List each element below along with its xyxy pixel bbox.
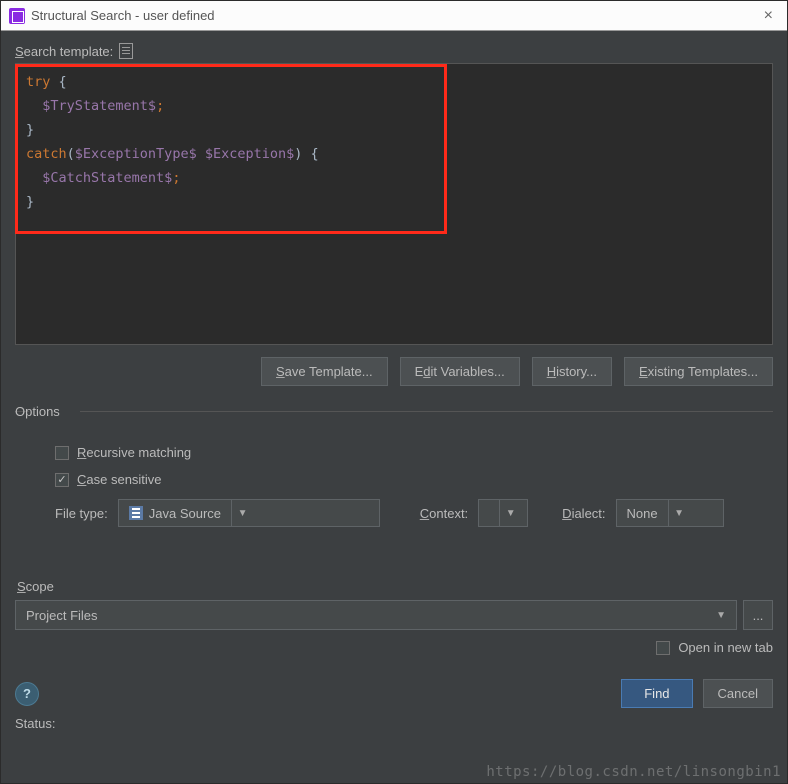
window-title: Structural Search - user defined bbox=[31, 8, 758, 23]
file-type-combo[interactable]: Java Source ▼ bbox=[118, 499, 380, 527]
recursive-checkbox[interactable] bbox=[55, 446, 69, 460]
chevron-down-icon: ▼ bbox=[716, 610, 726, 621]
find-button[interactable]: Find bbox=[621, 679, 692, 708]
scope-more-button[interactable]: ... bbox=[743, 600, 773, 630]
history-button[interactable]: History... bbox=[532, 357, 612, 386]
case-sensitive-checkbox[interactable] bbox=[55, 473, 69, 487]
open-new-tab-label: Open in new tab bbox=[678, 640, 773, 655]
existing-templates-button[interactable]: Existing Templates... bbox=[624, 357, 773, 386]
file-type-value: Java Source bbox=[149, 506, 221, 521]
case-sensitive-label: Case sensitive bbox=[77, 472, 162, 487]
dialect-label: Dialect: bbox=[562, 506, 605, 521]
edit-variables-button[interactable]: Edit Variables... bbox=[400, 357, 520, 386]
options-group: Options Recursive matching Case sensitiv… bbox=[15, 404, 773, 551]
options-legend: Options bbox=[15, 404, 66, 419]
search-template-label: Search template: bbox=[15, 44, 113, 59]
chevron-down-icon: ▼ bbox=[231, 500, 253, 526]
document-icon bbox=[119, 43, 133, 59]
watermark: https://blog.csdn.net/linsongbin1 bbox=[486, 764, 781, 780]
cancel-button[interactable]: Cancel bbox=[703, 679, 773, 708]
context-combo[interactable]: ▼ bbox=[478, 499, 528, 527]
chevron-down-icon: ▼ bbox=[668, 500, 690, 526]
help-icon[interactable]: ? bbox=[15, 682, 39, 706]
save-template-button[interactable]: Save Template... bbox=[261, 357, 388, 386]
scope-label: Scope bbox=[17, 579, 773, 594]
chevron-down-icon: ▼ bbox=[499, 500, 521, 526]
recursive-label: Recursive matching bbox=[77, 445, 191, 460]
close-icon[interactable]: × bbox=[758, 7, 779, 25]
file-type-label: File type: bbox=[55, 506, 108, 521]
scope-combo[interactable]: Project Files ▼ bbox=[15, 600, 737, 630]
app-icon bbox=[9, 8, 25, 24]
status-label: Status: bbox=[15, 716, 773, 731]
open-new-tab-checkbox[interactable] bbox=[656, 641, 670, 655]
scope-value: Project Files bbox=[26, 608, 98, 623]
titlebar: Structural Search - user defined × bbox=[1, 1, 787, 31]
java-icon bbox=[129, 506, 143, 520]
context-label: Context: bbox=[420, 506, 468, 521]
dialect-value: None bbox=[627, 506, 658, 521]
dialect-combo[interactable]: None ▼ bbox=[616, 499, 724, 527]
template-editor[interactable]: try { $TryStatement$; } catch($Exception… bbox=[15, 63, 773, 345]
